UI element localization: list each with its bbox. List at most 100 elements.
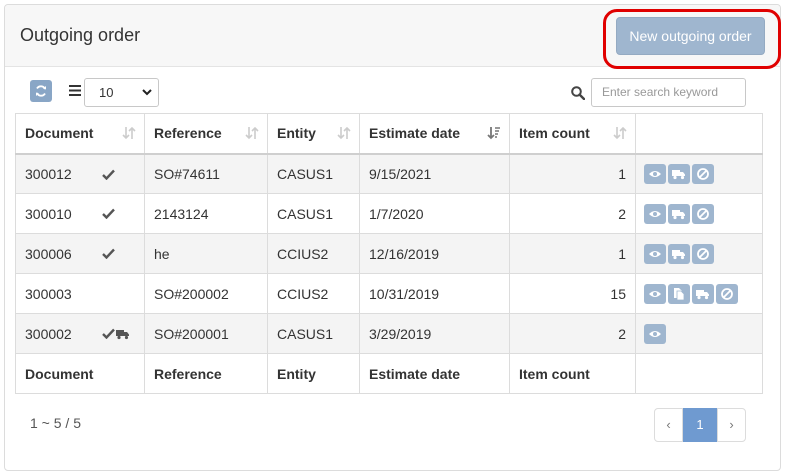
view-button[interactable] — [644, 323, 666, 344]
column-header-actions — [635, 113, 763, 155]
list-icon — [69, 85, 81, 96]
actions-cell — [635, 193, 763, 234]
new-outgoing-order-button[interactable]: New outgoing order — [616, 17, 765, 55]
document-cell: 300003 — [15, 273, 145, 314]
reference-cell: he — [144, 233, 268, 274]
table-row[interactable]: 300002 SO#200001 CASUS1 3/29/2019 2 — [15, 313, 763, 354]
footer-header-reference: Reference — [144, 353, 268, 394]
view-button[interactable] — [644, 243, 666, 264]
ban-icon — [697, 167, 709, 180]
search-icon — [571, 86, 585, 100]
item-count-cell: 1 — [509, 153, 636, 194]
entity-cell: CCIUS2 — [267, 273, 360, 314]
chevron-down-icon — [142, 89, 152, 96]
entity-cell: CASUS1 — [267, 313, 360, 354]
column-header-document[interactable]: Document — [15, 113, 145, 155]
entity-cell: CASUS1 — [267, 153, 360, 194]
actions-cell — [635, 313, 763, 354]
table-row[interactable]: 300010 2143124 CASUS1 1/7/2020 2 — [15, 193, 763, 234]
estimate-date-cell: 9/15/2021 — [359, 153, 510, 194]
table-footer-row: Document Reference Entity Estimate date … — [15, 353, 763, 394]
truck-icon — [672, 209, 685, 219]
table-row[interactable]: 300003 SO#200002 CCIUS2 10/31/2019 15 — [15, 273, 763, 314]
ship-button[interactable] — [668, 203, 690, 224]
sort-desc-icon — [487, 127, 500, 140]
column-header-reference[interactable]: Reference — [144, 113, 268, 155]
estimate-date-cell: 10/31/2019 — [359, 273, 510, 314]
refresh-button[interactable] — [30, 80, 52, 102]
truck-icon — [116, 330, 129, 340]
eye-icon — [649, 210, 661, 217]
footer-header-estimate-date: Estimate date — [359, 353, 510, 394]
truck-icon — [672, 249, 685, 259]
eye-icon — [649, 330, 661, 337]
cancel-button[interactable] — [716, 283, 738, 304]
estimate-date-cell: 12/16/2019 — [359, 233, 510, 274]
page-size-value: 10 — [99, 85, 114, 100]
ban-icon — [721, 287, 733, 300]
column-header-item-count[interactable]: Item count — [509, 113, 636, 155]
footer-header-document: Document — [15, 353, 145, 394]
search-input[interactable]: Enter search keyword — [591, 78, 746, 107]
view-button[interactable] — [644, 203, 666, 224]
check-icon — [102, 248, 115, 259]
ship-button[interactable] — [668, 163, 690, 184]
item-count-cell: 15 — [509, 273, 636, 314]
ship-button[interactable] — [692, 283, 714, 304]
orders-table: Document Reference Entity Estimate date … — [15, 113, 763, 394]
actions-cell — [635, 233, 763, 274]
sort-icon — [613, 126, 627, 140]
reference-cell: SO#74611 — [144, 153, 268, 194]
actions-cell — [635, 153, 763, 194]
table-row[interactable]: 300012 SO#74611 CASUS1 9/15/2021 1 — [15, 153, 763, 194]
ban-icon — [697, 247, 709, 260]
eye-icon — [649, 250, 661, 257]
document-cell: 300002 — [15, 313, 145, 354]
eye-icon — [649, 170, 661, 177]
panel-header: Outgoing order New outgoing order — [5, 5, 781, 69]
table-row[interactable]: 300006 he CCIUS2 12/16/2019 1 — [15, 233, 763, 274]
estimate-date-cell: 3/29/2019 — [359, 313, 510, 354]
sort-icon — [245, 126, 259, 140]
ship-button[interactable] — [668, 243, 690, 264]
truck-icon — [696, 289, 709, 299]
pagination-summary: 1 ~ 5 / 5 — [30, 415, 81, 431]
table-toolbar: 10 Enter search keyword — [0, 62, 785, 112]
cancel-button[interactable] — [692, 243, 714, 264]
sort-icon — [337, 126, 351, 140]
view-button[interactable] — [644, 283, 666, 304]
page-title: Outgoing order — [20, 25, 141, 45]
sort-icon — [122, 126, 136, 140]
item-count-cell: 2 — [509, 193, 636, 234]
truck-icon — [672, 169, 685, 179]
previous-page-button[interactable]: ‹ — [654, 408, 683, 442]
document-cell: 300006 — [15, 233, 145, 274]
check-icon — [102, 328, 115, 339]
next-page-button[interactable]: › — [717, 408, 746, 442]
column-header-estimate-date[interactable]: Estimate date — [359, 113, 510, 155]
cancel-button[interactable] — [692, 203, 714, 224]
page-size-select[interactable]: 10 — [84, 78, 159, 107]
actions-cell — [635, 273, 763, 314]
reference-cell: SO#200002 — [144, 273, 268, 314]
pagination: ‹ 1 › — [654, 408, 746, 442]
document-cell: 300010 — [15, 193, 145, 234]
estimate-date-cell: 1/7/2020 — [359, 193, 510, 234]
copy-icon — [674, 287, 685, 300]
eye-icon — [649, 290, 661, 297]
check-icon — [102, 169, 115, 180]
table-header-row: Document Reference Entity Estimate date … — [15, 113, 763, 155]
reference-cell: SO#200001 — [144, 313, 268, 354]
ban-icon — [697, 207, 709, 220]
footer-header-entity: Entity — [267, 353, 360, 394]
footer-header-item-count: Item count — [509, 353, 636, 394]
check-icon — [102, 208, 115, 219]
copy-button[interactable] — [668, 283, 690, 304]
column-header-entity[interactable]: Entity — [267, 113, 360, 155]
page-1-button[interactable]: 1 — [683, 408, 717, 442]
entity-cell: CASUS1 — [267, 193, 360, 234]
document-cell: 300012 — [15, 153, 145, 194]
reference-cell: 2143124 — [144, 193, 268, 234]
cancel-button[interactable] — [692, 163, 714, 184]
view-button[interactable] — [644, 163, 666, 184]
